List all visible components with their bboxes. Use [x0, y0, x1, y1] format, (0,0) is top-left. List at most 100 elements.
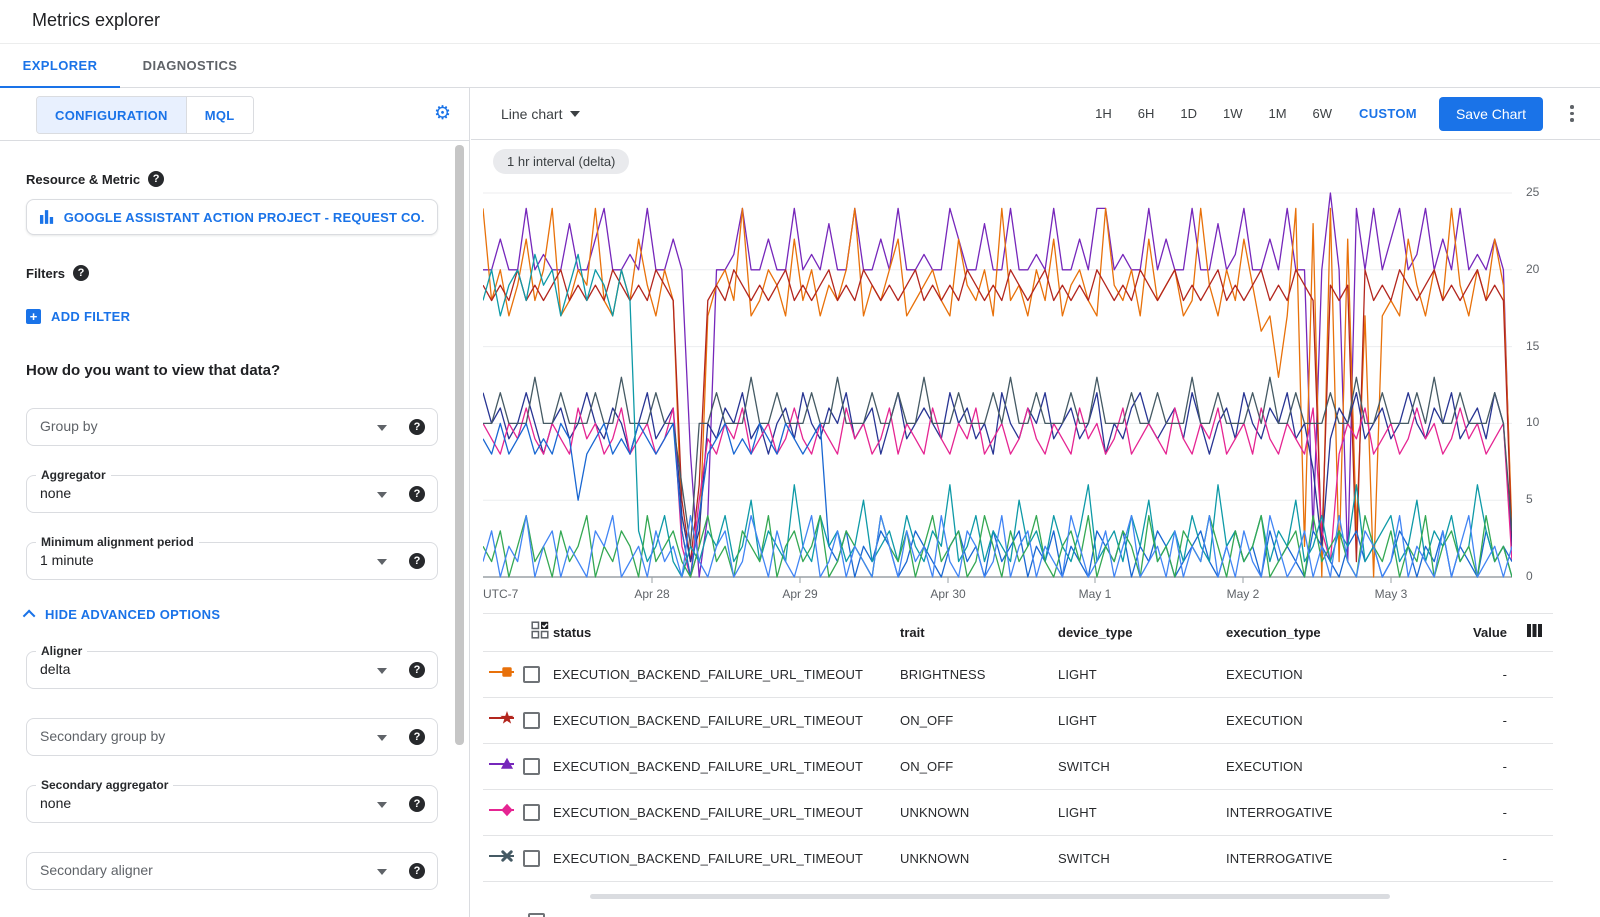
row-checkbox[interactable]: [523, 804, 540, 821]
select-all-icon[interactable]: [531, 621, 549, 644]
series-table: status trait device_type execution_type …: [483, 613, 1553, 882]
hide-advanced-options-toggle[interactable]: HIDE ADVANCED OPTIONS: [26, 607, 427, 622]
tab-explorer[interactable]: EXPLORER: [0, 44, 120, 88]
y-tick-label: 5: [1526, 492, 1554, 506]
line-chart-plot[interactable]: 0510152025 Apr 28Apr 29Apr 30May 1May 2M…: [483, 185, 1512, 585]
range-button-1d[interactable]: 1D: [1180, 106, 1197, 121]
secondary-aligner-select[interactable]: Secondary aligner ?: [26, 852, 438, 890]
column-header-status[interactable]: status: [553, 625, 900, 640]
row-checkbox[interactable]: [523, 712, 540, 729]
secondary-aggregator-value: none: [40, 795, 71, 811]
cell-execution-type: INTERROGATIVE: [1226, 805, 1446, 820]
table-row[interactable]: EXECUTION_BACKEND_FAILURE_URL_TIMEOUTON_…: [483, 698, 1553, 744]
help-icon[interactable]: ?: [409, 553, 425, 569]
range-button-1w[interactable]: 1W: [1223, 106, 1243, 121]
chevron-down-icon: [377, 735, 387, 741]
cell-device-type: LIGHT: [1058, 805, 1226, 820]
cell-value: -: [1446, 805, 1513, 820]
secondary-group-by-placeholder: Secondary group by: [40, 728, 165, 744]
secondary-group-by-select[interactable]: Secondary group by ?: [26, 718, 438, 756]
min-alignment-period-value: 1 minute: [40, 552, 94, 568]
x-tick-label: May 3: [1361, 587, 1421, 601]
mql-tab-button[interactable]: MQL: [186, 97, 253, 133]
tab-diagnostics[interactable]: DIAGNOSTICS: [120, 44, 260, 88]
aligner-select[interactable]: Aligner delta ?: [26, 651, 438, 689]
help-icon[interactable]: ?: [73, 265, 89, 281]
column-header-execution-type[interactable]: execution_type: [1226, 625, 1446, 640]
y-tick-label: 25: [1526, 185, 1554, 199]
range-button-6h[interactable]: 6H: [1138, 106, 1155, 121]
add-filter-label: ADD FILTER: [51, 309, 130, 324]
column-header-device-type[interactable]: device_type: [1058, 625, 1226, 640]
secondary-aggregator-select[interactable]: Secondary aggregator none ?: [26, 785, 438, 823]
cell-device-type: LIGHT: [1058, 667, 1226, 682]
cell-execution-type: EXECUTION: [1226, 759, 1446, 774]
range-button-6w[interactable]: 6W: [1313, 106, 1333, 121]
configuration-tab-button[interactable]: CONFIGURATION: [37, 97, 186, 133]
series-table-header: status trait device_type execution_type …: [483, 613, 1553, 652]
table-horizontal-scrollbar[interactable]: [590, 894, 1390, 899]
cell-device-type: LIGHT: [1058, 713, 1226, 728]
save-chart-button[interactable]: Save Chart: [1439, 97, 1543, 131]
add-filter-button[interactable]: + ADD FILTER: [26, 309, 427, 324]
row-checkbox[interactable]: [523, 758, 540, 775]
aggregator-select[interactable]: Aggregator none ?: [26, 475, 438, 513]
cell-execution-type: EXECUTION: [1226, 667, 1446, 682]
left-panel-scrollbar[interactable]: [455, 145, 464, 745]
help-icon[interactable]: ?: [409, 662, 425, 678]
table-row-partial: [483, 907, 1553, 917]
help-icon[interactable]: ?: [409, 863, 425, 879]
help-icon[interactable]: ?: [409, 419, 425, 435]
cell-value: -: [1446, 759, 1513, 774]
range-button-1h[interactable]: 1H: [1095, 106, 1112, 121]
help-icon[interactable]: ?: [409, 796, 425, 812]
chart-panel: Line chart 1H 6H 1D 1W 1M 6W CUSTOM Save Char…: [471, 88, 1600, 917]
x-tick-label: May 1: [1065, 587, 1125, 601]
configuration-body: Resource & Metric ? GOOGLE ASSISTANT ACT…: [0, 171, 469, 890]
resource-metric-label: Resource & Metric: [26, 172, 140, 187]
row-checkbox[interactable]: [528, 913, 545, 917]
row-checkbox[interactable]: [523, 666, 540, 683]
column-header-trait[interactable]: trait: [900, 625, 1058, 640]
settings-gear-icon[interactable]: ⚙: [434, 101, 451, 127]
table-row[interactable]: EXECUTION_BACKEND_FAILURE_URL_TIMEOUTUNK…: [483, 836, 1553, 882]
cell-device-type: SWITCH: [1058, 851, 1226, 866]
column-header-value[interactable]: Value: [1446, 625, 1513, 640]
title-bar: Metrics explorer: [0, 0, 1600, 44]
selected-metric-button[interactable]: GOOGLE ASSISTANT ACTION PROJECT - REQUES…: [26, 199, 438, 235]
series-marker-icon: [488, 665, 518, 684]
hide-advanced-options-label: HIDE ADVANCED OPTIONS: [45, 607, 220, 622]
view-data-question: How do you want to view that data?: [26, 362, 427, 379]
bar-chart-icon: [39, 210, 55, 224]
aggregator-label: Aggregator: [36, 468, 111, 482]
row-checkbox[interactable]: [523, 850, 540, 867]
y-tick-label: 0: [1526, 569, 1554, 583]
table-row[interactable]: EXECUTION_BACKEND_FAILURE_URL_TIMEOUTBRI…: [483, 652, 1553, 698]
table-row[interactable]: EXECUTION_BACKEND_FAILURE_URL_TIMEOUTON_…: [483, 744, 1553, 790]
help-icon[interactable]: ?: [409, 729, 425, 745]
range-button-1m[interactable]: 1M: [1268, 106, 1286, 121]
min-alignment-period-label: Minimum alignment period: [36, 535, 199, 549]
timezone-label: UTC-7: [483, 587, 518, 601]
time-range-group: 1H 6H 1D 1W 1M 6W: [1082, 105, 1345, 123]
x-tick-label: Apr 30: [918, 587, 978, 601]
group-by-select[interactable]: Group by ?: [26, 408, 438, 446]
cell-trait: BRIGHTNESS: [900, 667, 1058, 682]
chevron-down-icon: [377, 668, 387, 674]
metrics-explorer-app: Metrics explorer EXPLORER DIAGNOSTICS CO…: [0, 0, 1600, 917]
custom-range-button[interactable]: CUSTOM: [1359, 106, 1417, 121]
min-alignment-period-select[interactable]: Minimum alignment period 1 minute ?: [26, 542, 438, 580]
chart-type-dropdown[interactable]: Line chart: [501, 106, 580, 122]
help-icon[interactable]: ?: [409, 486, 425, 502]
help-icon[interactable]: ?: [148, 171, 164, 187]
more-options-kebab-icon[interactable]: [1560, 102, 1584, 126]
interval-chip: 1 hr interval (delta): [493, 149, 629, 174]
plus-icon: +: [26, 309, 41, 324]
aligner-value: delta: [40, 661, 70, 677]
table-row[interactable]: EXECUTION_BACKEND_FAILURE_URL_TIMEOUTUNK…: [483, 790, 1553, 836]
chevron-up-icon: [23, 610, 36, 623]
cell-status: EXECUTION_BACKEND_FAILURE_URL_TIMEOUT: [553, 805, 900, 820]
column-settings-icon[interactable]: [1526, 622, 1543, 644]
series-marker-icon: [488, 803, 518, 822]
group-by-placeholder: Group by: [40, 418, 98, 434]
